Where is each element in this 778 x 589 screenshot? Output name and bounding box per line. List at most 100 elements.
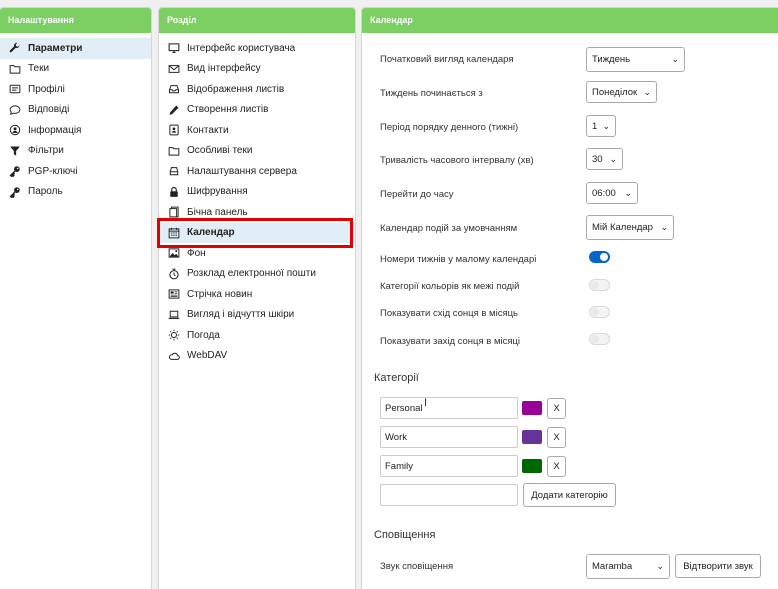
section-item-label: Бічна панель — [187, 206, 248, 218]
settings-item-label: Пароль — [28, 186, 63, 198]
toggle-knob — [591, 281, 599, 289]
section-item-webdav[interactable]: WebDAV — [159, 346, 355, 367]
setting-label-time-slot: Тривалість часового інтервалу (хв) — [380, 155, 534, 166]
category-color-swatch[interactable] — [522, 430, 542, 444]
time-slot-select[interactable]: 30 ⌄ — [586, 148, 623, 170]
laptop-icon — [167, 308, 181, 322]
category-name-input[interactable]: Personal — [380, 397, 518, 419]
setting-label-default-calendar: Календар подій за умовчанням — [380, 223, 518, 234]
chevron-down-icon: ⌄ — [609, 153, 617, 164]
toggle-knob — [591, 335, 599, 343]
default-view-select[interactable]: Тиждень ⌄ — [586, 47, 685, 72]
section-item-label: Особливі теки — [187, 145, 253, 157]
category-name-input[interactable]: Family — [380, 455, 518, 477]
settings-item-profiles[interactable]: Профілі — [0, 79, 151, 100]
settings-item-pgp-keys[interactable]: PGP-ключі — [0, 161, 151, 182]
contact-card-icon — [167, 123, 181, 137]
cloud-icon — [167, 349, 181, 363]
remove-category-button[interactable]: X — [547, 398, 566, 419]
sidebar-icon — [167, 205, 181, 219]
agenda-period-select[interactable]: 1 ⌄ — [586, 115, 616, 137]
section-item-email-schedule[interactable]: Розклад електронної пошти — [159, 264, 355, 285]
sections-panel: Розділ Інтерфейс користувача Вид інтерфе… — [158, 7, 356, 589]
play-sound-button[interactable]: Відтворити звук — [675, 554, 761, 578]
add-category-button[interactable]: Додати категорію — [523, 483, 616, 507]
section-item-message-display[interactable]: Відображення листів — [159, 79, 355, 100]
section-item-special-folders[interactable]: Особливі теки — [159, 141, 355, 162]
lock-icon — [167, 185, 181, 199]
remove-category-button[interactable]: X — [547, 456, 566, 477]
user-info-icon — [8, 123, 22, 137]
section-item-general[interactable]: Інтерфейс користувача — [159, 38, 355, 59]
week-numbers-toggle[interactable] — [589, 251, 610, 263]
setting-label-agenda-period: Період порядку денного (тижні) — [380, 122, 519, 133]
envelope-icon — [167, 62, 181, 76]
filter-icon — [8, 144, 22, 158]
default-calendar-select[interactable]: Мій Календар ⌄ — [586, 215, 674, 240]
inbox-icon — [167, 82, 181, 96]
settings-item-password[interactable]: Пароль — [0, 182, 151, 203]
remove-category-button[interactable]: X — [547, 427, 566, 448]
setting-label-show-sunset: Показувати захід сонця в місяці — [380, 336, 521, 347]
notification-sound-select[interactable]: Maramba ⌄ — [586, 554, 670, 579]
section-item-composing[interactable]: Створення листів — [159, 100, 355, 121]
section-item-label: Інтерфейс користувача — [187, 42, 296, 54]
category-name-input[interactable]: Work — [380, 426, 518, 448]
category-color-swatch[interactable] — [522, 401, 542, 415]
server-icon — [167, 164, 181, 178]
chevron-down-icon: ⌄ — [602, 120, 610, 131]
category-borders-toggle[interactable] — [589, 279, 610, 291]
section-item-encryption[interactable]: Шифрування — [159, 182, 355, 203]
monitor-icon — [167, 41, 181, 55]
first-day-select[interactable]: Понеділок ⌄ — [586, 81, 657, 103]
chevron-down-icon: ⌄ — [643, 86, 651, 97]
settings-item-identities[interactable]: Інформація — [0, 120, 151, 141]
section-item-mailbox-view[interactable]: Вид інтерфейсу — [159, 59, 355, 80]
settings-item-filters[interactable]: Фільтри — [0, 141, 151, 162]
toggle-knob — [591, 308, 599, 316]
show-sunset-toggle[interactable] — [589, 333, 610, 345]
section-item-label: Відображення листів — [187, 83, 285, 95]
toggle-knob — [600, 253, 608, 261]
wrench-icon — [8, 41, 22, 55]
settings-item-label: PGP-ключі — [28, 165, 78, 177]
settings-item-label: Профілі — [28, 83, 65, 95]
settings-item-responses[interactable]: Відповіді — [0, 100, 151, 121]
select-value: 06:00 — [592, 187, 616, 199]
show-sunrise-toggle[interactable] — [589, 306, 610, 318]
section-item-contacts[interactable]: Контакти — [159, 120, 355, 141]
pencil-icon — [167, 103, 181, 117]
sections-panel-title: Розділ — [159, 8, 355, 33]
settings-item-label: Інформація — [28, 124, 82, 136]
setting-label-show-sunrise: Показувати схід сонця в місяць — [380, 308, 518, 319]
section-item-sidebar[interactable]: Бічна панель — [159, 202, 355, 223]
chevron-down-icon: ⌄ — [660, 222, 668, 232]
sun-icon — [167, 328, 181, 342]
settings-panel-title: Налаштування — [0, 8, 151, 33]
section-item-calendar[interactable]: Календар — [159, 222, 355, 243]
section-item-skin[interactable]: Вигляд і відчуття шкіри — [159, 305, 355, 326]
setting-label-first-day: Тиждень починається з — [380, 88, 483, 99]
calendar-panel: Календар Початковий вигляд календаря Тиж… — [361, 7, 778, 589]
section-item-server-settings[interactable]: Налаштування сервера — [159, 161, 355, 182]
id-card-icon — [8, 82, 22, 96]
select-value: Maramba — [592, 561, 633, 572]
new-category-input[interactable] — [380, 484, 518, 506]
settings-item-label: Теки — [28, 63, 50, 75]
clock-icon — [167, 267, 181, 281]
section-item-label: Календар — [187, 227, 235, 239]
section-item-background[interactable]: Фон — [159, 243, 355, 264]
image-icon — [167, 246, 181, 260]
folder-icon — [8, 62, 22, 76]
settings-item-folders[interactable]: Теки — [0, 59, 151, 80]
category-color-swatch[interactable] — [522, 459, 542, 473]
section-item-weather[interactable]: Погода — [159, 325, 355, 346]
notification-sound-label: Звук сповіщення — [380, 561, 454, 572]
section-item-label: Стрічка новин — [187, 288, 253, 300]
scroll-to-time-select[interactable]: 06:00 ⌄ — [586, 182, 638, 204]
settings-item-parameters[interactable]: Параметри — [0, 38, 151, 59]
section-item-news-feed[interactable]: Стрічка новин — [159, 284, 355, 305]
settings-item-label: Відповіді — [28, 104, 70, 116]
section-item-label: Створення листів — [187, 104, 269, 116]
notifications-title: Сповіщення — [374, 529, 436, 541]
